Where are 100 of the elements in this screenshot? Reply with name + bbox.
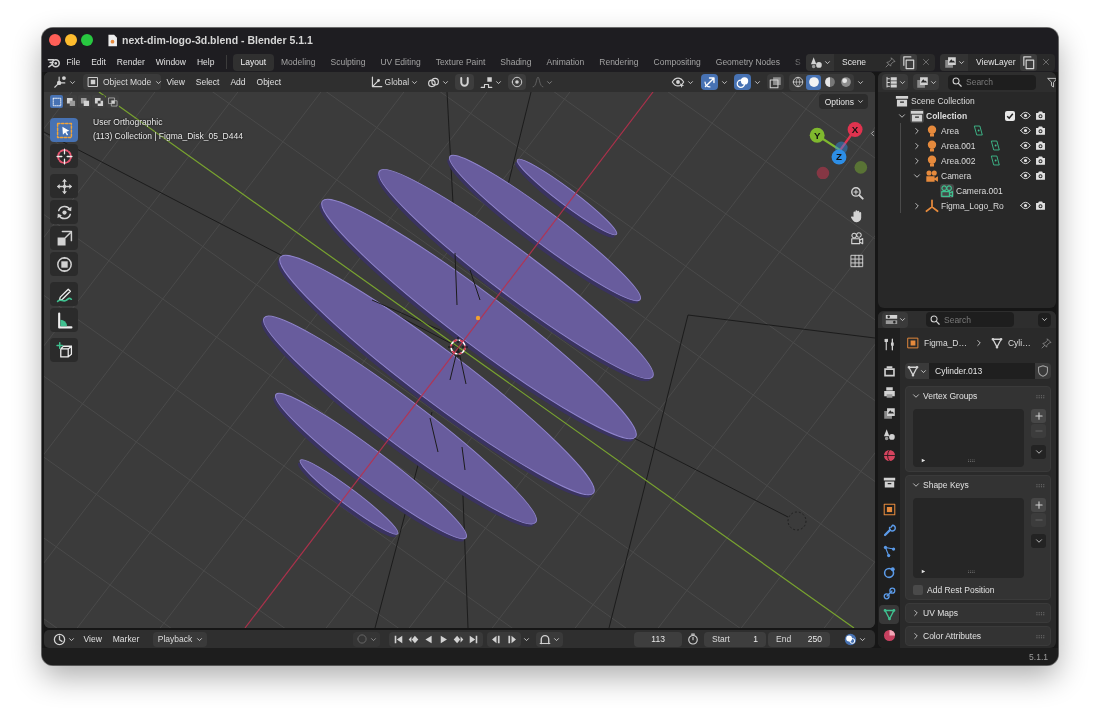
copy-icon[interactable] (1020, 53, 1037, 71)
breadcrumb-item[interactable]: Cyli… (1008, 338, 1031, 348)
selection-mode-button[interactable] (92, 95, 105, 108)
viewport-toggle[interactable] (701, 74, 718, 90)
close-button[interactable] (49, 34, 61, 46)
navigation-gizmo[interactable]: X Y Z (808, 119, 870, 179)
jump-start-icon[interactable] (393, 633, 405, 645)
workspace-tab[interactable]: UV Editing (372, 53, 429, 71)
photo-camera-icon[interactable] (1035, 155, 1046, 166)
start-frame-field[interactable]: Start 1 (704, 631, 766, 647)
stopwatch-icon[interactable] (687, 633, 699, 645)
eye-icon[interactable] (1020, 125, 1031, 136)
play-reverse-icon[interactable] (423, 633, 435, 645)
snap-toggle[interactable] (455, 74, 475, 90)
mesh-browse-button[interactable] (905, 363, 929, 379)
small-triangle-icon[interactable] (920, 457, 927, 464)
copy-icon[interactable] (900, 53, 917, 71)
menu-item[interactable]: Object (251, 74, 287, 90)
filter-icon[interactable] (1047, 76, 1056, 88)
workspace-tab[interactable]: Animation (538, 53, 592, 71)
workspace-tab[interactable]: Sculpting (323, 53, 373, 71)
tilted-panel-icon[interactable] (989, 155, 1001, 166)
chevron-down-icon[interactable] (912, 481, 920, 489)
current-frame-field[interactable]: 113 (634, 631, 682, 647)
outliner-item[interactable]: Camera.001 (956, 185, 1003, 196)
viewport-toggle[interactable] (734, 74, 751, 90)
hand-icon[interactable] (850, 208, 864, 223)
tilted-panel-icon[interactable] (989, 140, 1001, 151)
orientation-dropdown[interactable]: Global (366, 74, 422, 90)
chevron-right-icon[interactable] (913, 141, 921, 150)
menu-item[interactable]: Help (191, 53, 220, 71)
pin-icon[interactable] (885, 56, 896, 68)
menu-item[interactable]: Edit (85, 53, 112, 71)
scene-browse-button[interactable] (806, 53, 834, 71)
pin-icon[interactable] (1040, 337, 1052, 349)
selection-mode-button[interactable] (50, 95, 63, 108)
axis-ball[interactable] (809, 127, 825, 143)
auto-keying-toggle[interactable] (353, 631, 381, 647)
view-layer-browse-button[interactable] (940, 53, 968, 71)
photo-camera-icon[interactable] (1035, 140, 1046, 151)
menu-item[interactable]: File (61, 53, 86, 71)
zoom-in-icon[interactable] (850, 186, 864, 200)
selection-mode-button[interactable] (64, 95, 77, 108)
outliner-item[interactable]: Scene Collection (911, 95, 975, 106)
small-triangle-icon[interactable] (920, 568, 927, 575)
next-key-icon[interactable] (453, 633, 465, 645)
end-frame-field[interactable]: End 250 (768, 631, 830, 647)
panel-title[interactable]: Color Attributes (923, 631, 982, 641)
zoom-button[interactable] (81, 34, 93, 46)
tool-button[interactable] (50, 282, 78, 306)
tool-button[interactable] (50, 118, 78, 142)
workspace-tab[interactable]: Geometry Nodes (708, 53, 788, 71)
chevron-right-icon[interactable] (913, 126, 921, 135)
grip-dots-icon[interactable] (967, 456, 976, 465)
next-keyframe-icon[interactable] (506, 633, 518, 645)
photo-camera-icon[interactable] (1035, 110, 1046, 121)
photo-camera-icon[interactable] (1035, 125, 1046, 136)
workspace-tab[interactable]: Compositing (646, 53, 709, 71)
workspace-tab[interactable]: Layout (232, 53, 274, 71)
close-icon[interactable] (1041, 57, 1051, 67)
grip-dots-icon[interactable] (967, 567, 976, 576)
workspace-tab[interactable]: Texture Paint (428, 53, 493, 71)
chevron-down-icon[interactable] (913, 171, 921, 180)
eye-icon[interactable] (1020, 170, 1031, 181)
tool-button[interactable] (50, 226, 78, 250)
axis-ball[interactable] (847, 122, 863, 137)
shading-button[interactable] (806, 74, 821, 90)
menu-item[interactable]: Add (224, 74, 252, 90)
menu-item[interactable]: Render (111, 53, 151, 71)
previous-key-icon[interactable] (408, 633, 420, 645)
specials-dropdown[interactable] (1031, 445, 1046, 459)
eye-icon[interactable] (1020, 140, 1031, 151)
workspace-tab[interactable]: Modeling (273, 53, 323, 71)
breadcrumb-item[interactable]: Figma_D… (924, 338, 967, 348)
panel-title[interactable]: Vertex Groups (923, 391, 978, 401)
selection-mode-button[interactable] (78, 95, 91, 108)
chevron-right-icon[interactable] (913, 156, 921, 165)
shading-button[interactable] (822, 74, 837, 90)
viewport-toggle[interactable] (767, 74, 784, 90)
outliner-item[interactable]: Area.001 (941, 140, 976, 151)
minimize-button[interactable] (65, 34, 77, 46)
tool-button[interactable] (50, 200, 78, 224)
eye-icon[interactable] (1020, 155, 1031, 166)
keying-dropdown[interactable] (536, 631, 564, 647)
options-dropdown[interactable]: Options (818, 94, 868, 109)
workspace-tab[interactable]: Rendering (591, 53, 646, 71)
search-field[interactable]: Search (948, 74, 1036, 90)
eye-icon[interactable] (1020, 110, 1031, 121)
add-button[interactable] (1031, 409, 1046, 423)
view-layer-selector[interactable]: ViewLayer (940, 53, 1055, 71)
shading-button[interactable] (790, 74, 805, 90)
editor-type-button[interactable] (882, 311, 908, 328)
menu-item[interactable]: Select (190, 74, 225, 90)
tool-button[interactable] (50, 308, 78, 332)
display-mode-dropdown[interactable] (882, 74, 908, 90)
menu-item[interactable]: Window (150, 53, 192, 71)
selection-mode-button[interactable] (106, 95, 119, 108)
chevron-down-icon[interactable] (912, 392, 920, 400)
mode-dropdown[interactable]: Object Mode (83, 74, 161, 90)
tool-button[interactable] (50, 338, 78, 362)
